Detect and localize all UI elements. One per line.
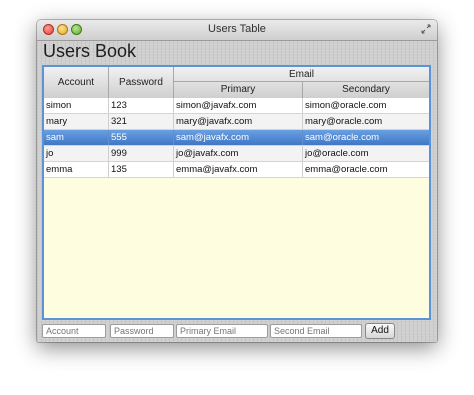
cell-password: 321: [109, 114, 174, 129]
cell-secondary-email: mary@oracle.com: [305, 116, 383, 127]
table-body: simon 123 simon@javafx.com simon@oracle.…: [44, 98, 429, 178]
cell-secondary-email: sam@oracle.com: [305, 132, 380, 143]
cell-password: 555: [109, 130, 174, 145]
cell-account: simon: [44, 98, 109, 113]
window-content: Users Book Account Password Email Primar…: [37, 41, 437, 342]
page-title: Users Book: [43, 41, 137, 61]
table-row[interactable]: jo 999 jo@javafx.com jo@oracle.com: [44, 146, 429, 162]
cell-account: emma: [44, 162, 109, 177]
cell-password: 123: [109, 98, 174, 113]
table-row[interactable]: emma 135 emma@javafx.com emma@oracle.com: [44, 162, 429, 178]
cell-primary-email: emma@javafx.com: [174, 162, 303, 177]
table-row[interactable]: mary 321 mary@javafx.com mary@oracle.com: [44, 114, 429, 130]
column-header-secondary[interactable]: Secondary: [303, 82, 429, 98]
second-email-input[interactable]: [270, 324, 362, 338]
fullscreen-icon[interactable]: [421, 24, 431, 34]
cell-password: 135: [109, 162, 174, 177]
cell-account: sam: [44, 130, 109, 145]
column-header-password[interactable]: Password: [109, 67, 174, 98]
add-user-form: Add: [37, 323, 437, 342]
table-row-selected[interactable]: sam 555 sam@javafx.com sam@oracle.com: [44, 130, 429, 146]
cell-account: mary: [44, 114, 109, 129]
cell-primary-email: sam@javafx.com: [174, 130, 303, 145]
table-row[interactable]: simon 123 simon@javafx.com simon@oracle.…: [44, 98, 429, 114]
column-header-primary[interactable]: Primary: [174, 82, 303, 98]
cell-primary-email: mary@javafx.com: [174, 114, 303, 129]
primary-email-input[interactable]: [176, 324, 268, 338]
cell-primary-email: simon@javafx.com: [174, 98, 303, 113]
window-title: Users Table: [208, 23, 266, 35]
cell-secondary-email: simon@oracle.com: [305, 100, 387, 111]
cell-secondary-email: emma@oracle.com: [305, 164, 388, 175]
cell-primary-email: jo@javafx.com: [174, 146, 303, 161]
cell-account: jo: [44, 146, 109, 161]
users-table[interactable]: Account Password Email Primary Secondary…: [42, 65, 431, 320]
password-input[interactable]: [110, 324, 174, 338]
table-header: Account Password Email Primary Secondary: [44, 67, 429, 99]
app-window: Users Table Users Book Account Password …: [37, 20, 437, 342]
title-bar[interactable]: Users Table: [37, 20, 437, 41]
column-header-email[interactable]: Email: [174, 67, 429, 82]
cell-password: 999: [109, 146, 174, 161]
add-button[interactable]: Add: [365, 323, 395, 339]
account-input[interactable]: [42, 324, 106, 338]
cell-secondary-email: jo@oracle.com: [305, 148, 369, 159]
column-header-account[interactable]: Account: [44, 67, 109, 98]
